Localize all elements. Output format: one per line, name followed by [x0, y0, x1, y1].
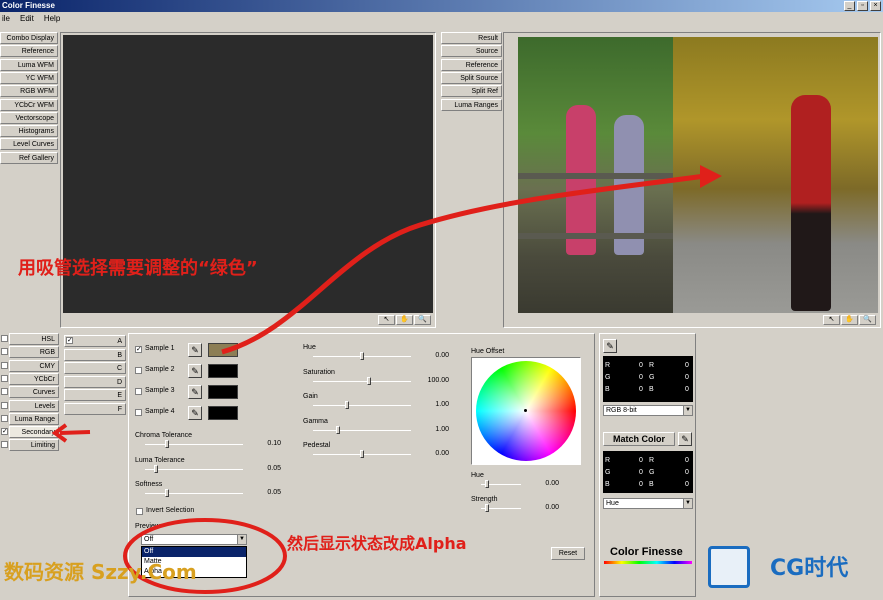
annotation-arrow-stroke: [221, 173, 706, 355]
annotation-overlay: [51, 165, 722, 594]
annotation-arrowhead: [700, 165, 722, 188]
annotation-arrow-secondary: [59, 430, 91, 435]
annotation-eyedropper-text: 用吸管选择需要调整的“绿色”: [18, 258, 258, 279]
watermark-right: CG时代: [770, 556, 849, 581]
watermark-left: 数码资源 Szzy.Com: [4, 560, 197, 584]
annotation-alpha-text: 然后显示状态改成Alpha: [287, 534, 467, 553]
cg-logo-icon: [708, 546, 750, 588]
